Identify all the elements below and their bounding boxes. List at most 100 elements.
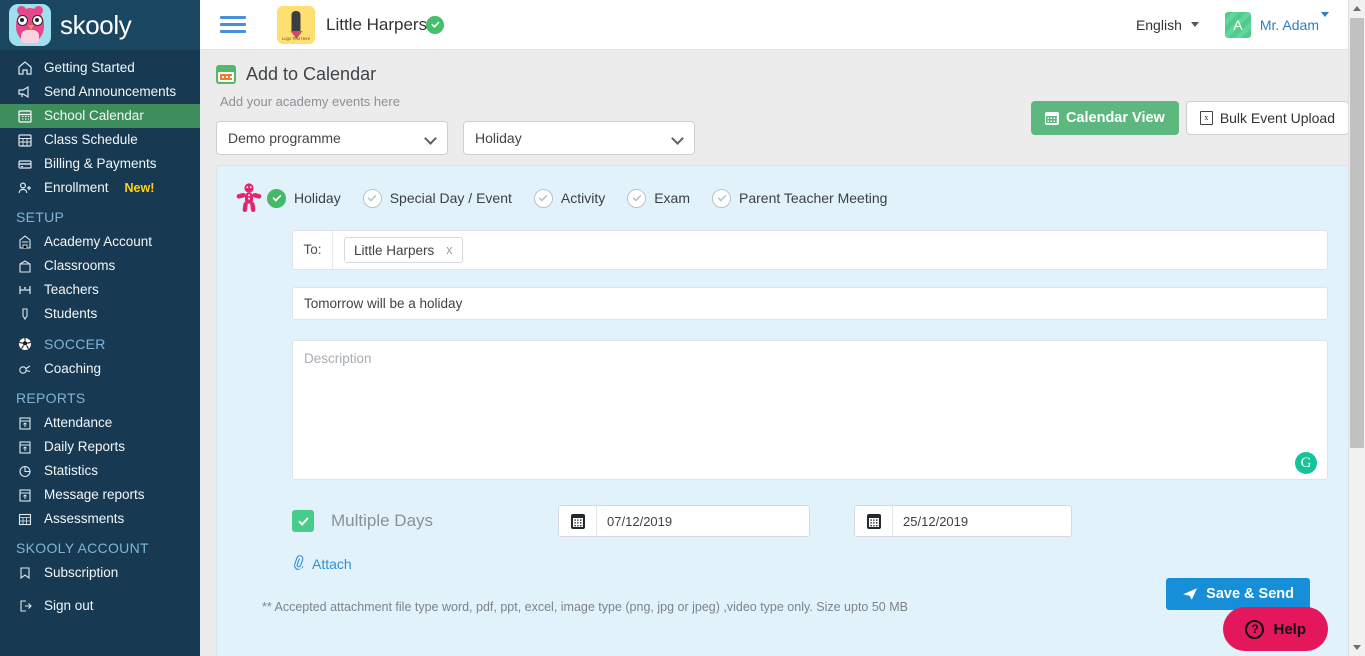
card-icon	[16, 156, 33, 173]
recipients-field[interactable]: To: Little Harpers x	[292, 230, 1328, 270]
user-name-text: Mr. Adam	[1259, 16, 1319, 33]
help-widget-label: Help	[1273, 620, 1306, 638]
user-menu[interactable]: A Mr. Adam	[1224, 11, 1329, 38]
check-circle-icon	[362, 188, 382, 208]
calendar-picker-icon[interactable]	[855, 506, 894, 536]
save-and-send-button[interactable]: Save & Send	[1166, 578, 1310, 610]
scrollbar-thumb[interactable]	[1350, 18, 1364, 448]
chevron-down-icon	[671, 132, 684, 145]
check-circle-icon	[627, 188, 647, 208]
sidebar-item-billing-payments[interactable]: Billing & Payments	[0, 152, 200, 176]
multiple-days-checkbox[interactable]	[292, 510, 314, 532]
calendar-picker-icon[interactable]	[559, 506, 598, 536]
sidebar-item-class-schedule[interactable]: Class Schedule	[0, 128, 200, 152]
event-type-holiday[interactable]: Holiday	[267, 188, 341, 208]
chevron-down-icon	[1321, 11, 1329, 33]
end-date-field[interactable]	[854, 505, 1073, 537]
event-type-activity[interactable]: Activity	[533, 188, 605, 208]
sidebar-item-label: Sign out	[44, 598, 94, 613]
sidebar-item-subscription[interactable]: Subscription	[0, 561, 200, 585]
sidebar-item-students[interactable]: Students	[0, 302, 200, 326]
chevron-down-icon	[1190, 22, 1199, 27]
academy-name: Little Harpers	[326, 15, 445, 35]
start-date-field[interactable]	[558, 505, 811, 537]
close-icon[interactable]: x	[446, 243, 452, 257]
sidebar-item-enrollment[interactable]: Enrollment New!	[0, 176, 200, 200]
sidebar-item-label: Statistics	[44, 463, 99, 478]
soccer-ball-icon	[16, 335, 33, 352]
sidebar-item-label: Billing & Payments	[44, 156, 157, 171]
sidebar-item-getting-started[interactable]: Getting Started	[0, 56, 200, 80]
attach-button[interactable]: Attach	[292, 555, 352, 572]
check-circle-icon	[533, 188, 553, 208]
calendar-grid-icon	[16, 132, 33, 149]
pie-chart-icon	[16, 463, 33, 480]
to-label: To:	[293, 231, 333, 269]
sidebar-item-label: Attendance	[44, 415, 113, 430]
topbar-right: English A Mr. Adam	[1136, 11, 1365, 38]
event-type-parent-teacher-meeting[interactable]: Parent Teacher Meeting	[712, 188, 888, 208]
brand-logo[interactable]: skooly	[0, 0, 200, 50]
sidebar-item-label: Message reports	[44, 487, 145, 502]
building-icon	[16, 234, 33, 251]
end-date-input[interactable]	[893, 513, 1072, 529]
start-date-input[interactable]	[597, 513, 810, 529]
page-scrollbar[interactable]	[1348, 0, 1365, 656]
page-title-text: Add to Calendar	[246, 64, 377, 84]
recipient-chip[interactable]: Little Harpers x	[344, 237, 463, 263]
academy-logo-caption: Logo Text Here	[281, 35, 311, 41]
sidebar-item-coaching[interactable]: Coaching	[0, 357, 200, 381]
sidebar-item-sign-out[interactable]: Sign out	[0, 594, 200, 618]
language-selector[interactable]: English	[1136, 17, 1199, 33]
programme-select[interactable]: Demo programme	[216, 121, 448, 155]
paperclip-icon	[289, 553, 309, 574]
event-type-exam[interactable]: Exam	[627, 188, 690, 208]
topbar: Logo Text Here Little Harpers English A …	[200, 0, 1365, 50]
scrollbar-up-arrow[interactable]	[1349, 0, 1365, 17]
scrollbar-down-arrow[interactable]	[1349, 639, 1365, 656]
language-label: English	[1135, 16, 1182, 33]
classroom-icon	[16, 258, 33, 275]
sidebar-item-daily-reports[interactable]: Daily Reports	[0, 435, 200, 459]
sidebar-item-teachers[interactable]: Teachers	[0, 278, 200, 302]
event-type-special-day[interactable]: Special Day / Event	[362, 188, 512, 208]
sidebar-item-classrooms[interactable]: Classrooms	[0, 254, 200, 278]
multiple-days-label: Multiple Days	[331, 511, 434, 530]
academy-logo: Logo Text Here	[277, 5, 315, 44]
sidebar-item-attendance[interactable]: Attendance	[0, 411, 200, 435]
sidebar-nav: Getting Started Send Announcements Schoo…	[0, 50, 200, 618]
sidebar-item-label: Classrooms	[44, 258, 116, 273]
sidebar-item-send-announcements[interactable]: Send Announcements	[0, 80, 200, 104]
attach-label: Attach	[312, 555, 352, 572]
sidebar-item-school-calendar[interactable]: School Calendar	[0, 104, 200, 128]
grid-icon	[16, 511, 33, 528]
programme-select-value: Demo programme	[228, 130, 341, 146]
student-icon	[16, 306, 33, 323]
calendar-view-button[interactable]: Calendar View	[1030, 101, 1179, 135]
app-root: skooly Getting Started Send Announcement…	[0, 0, 1365, 656]
question-circle-icon: ?	[1245, 619, 1265, 639]
teacher-icon	[16, 282, 33, 299]
bulk-event-upload-button[interactable]: x Bulk Event Upload	[1185, 101, 1349, 135]
description-textarea[interactable]	[292, 340, 1328, 480]
report-icon	[16, 415, 33, 432]
sidebar-heading-setup: SETUP	[16, 209, 65, 225]
check-circle-icon	[712, 188, 732, 208]
excel-file-icon: x	[1199, 111, 1213, 125]
sidebar-item-message-reports[interactable]: Message reports	[0, 483, 200, 507]
event-title-input[interactable]	[292, 287, 1328, 320]
grammarly-icon[interactable]: G	[1295, 452, 1317, 474]
hamburger-icon[interactable]	[220, 12, 246, 37]
sidebar-item-assessments[interactable]: Assessments	[0, 507, 200, 531]
recipient-chip-label: Little Harpers	[354, 242, 435, 258]
sidebar-item-statistics[interactable]: Statistics	[0, 459, 200, 483]
sidebar-item-label: Daily Reports	[44, 439, 126, 454]
event-type-select[interactable]: Holiday	[463, 121, 695, 155]
event-type-label: Parent Teacher Meeting	[739, 190, 888, 206]
send-icon	[1183, 588, 1198, 600]
sidebar-item-academy-account[interactable]: Academy Account	[0, 230, 200, 254]
user-name: Mr. Adam	[1259, 11, 1329, 33]
megaphone-icon	[16, 84, 33, 101]
owl-icon	[9, 4, 51, 46]
help-widget-button[interactable]: ? Help	[1223, 607, 1328, 651]
